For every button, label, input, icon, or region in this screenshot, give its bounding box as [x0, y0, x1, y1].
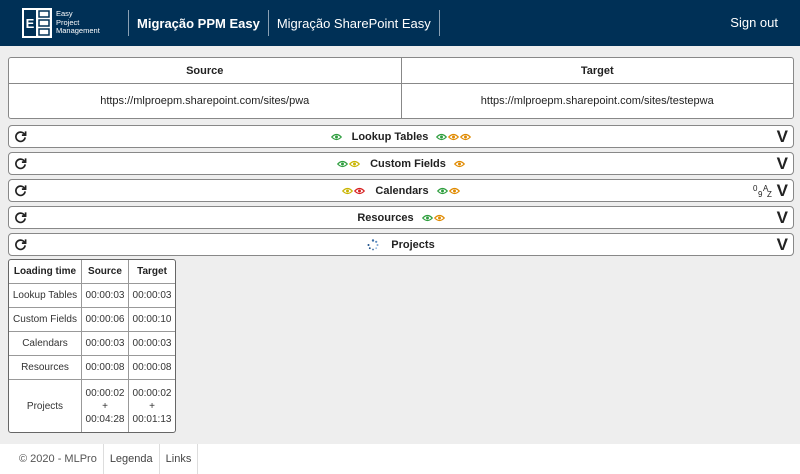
eye-icon [448, 187, 460, 194]
row-label: Calendars [9, 332, 82, 356]
target-status-icons [436, 187, 460, 195]
panel-lookup-tables[interactable]: Lookup Tables V [8, 125, 794, 148]
eye-icon [337, 160, 349, 167]
target-time: 00:00:08 [129, 356, 175, 380]
eye-icon [436, 187, 448, 194]
row-label: Lookup Tables [9, 284, 82, 308]
loading-time-table: Loading time Source Target Lookup Tables… [8, 259, 176, 433]
source-time: 00:00:08 [81, 356, 129, 380]
table-row: Projects 00:00:02 + 00:04:28 00:00:02 + … [9, 380, 175, 432]
target-time: 00:00:03 [129, 284, 175, 308]
source-status-icons [337, 160, 361, 168]
eye-icon [421, 214, 433, 221]
refresh-icon[interactable] [14, 157, 27, 170]
table-header-row: Loading time Source Target [9, 260, 175, 284]
source-column: Source https://mlproepm.sharepoint.com/s… [9, 58, 401, 118]
table-row: Lookup Tables 00:00:03 00:00:03 [9, 284, 175, 308]
column-header: Target [129, 260, 175, 284]
app-logo[interactable]: E Easy Project Management [22, 8, 122, 38]
sign-out-link[interactable]: Sign out [730, 15, 778, 30]
source-target-table: Source https://mlproepm.sharepoint.com/s… [8, 57, 794, 119]
row-label: Projects [9, 380, 82, 432]
logo-text: Easy Project Management [56, 9, 100, 36]
refresh-icon[interactable] [14, 184, 27, 197]
table-row: Calendars 00:00:03 00:00:03 [9, 332, 175, 356]
panel-title: Projects [391, 238, 435, 251]
row-label: Custom Fields [9, 308, 82, 332]
panel-title: Lookup Tables [351, 130, 429, 143]
chevron-down-icon[interactable]: V [777, 128, 788, 146]
eye-icon [433, 214, 445, 221]
chevron-down-icon[interactable]: V [777, 209, 788, 227]
navbar: E Easy Project Management Migração PPM E… [0, 0, 800, 46]
chevron-down-icon[interactable]: V [777, 182, 788, 200]
target-time: 00:00:03 [129, 332, 175, 356]
footer-divider [197, 444, 199, 474]
nav-divider [267, 10, 269, 36]
footer-link-legenda[interactable]: Legenda [104, 453, 159, 465]
panel-projects[interactable]: Projects V [8, 233, 794, 256]
svg-text:E: E [26, 16, 35, 31]
source-header: Source [9, 58, 401, 84]
table-row: Resources 00:00:08 00:00:08 [9, 356, 175, 380]
refresh-icon[interactable] [14, 238, 27, 251]
row-label: Resources [9, 356, 82, 380]
easy-project-logo-icon: E [22, 8, 52, 38]
target-status-icons [436, 133, 472, 141]
target-status-icons [421, 214, 445, 222]
eye-icon [354, 187, 366, 194]
eye-icon [349, 160, 361, 167]
target-status-icons [453, 160, 465, 168]
source-time: 00:00:03 [81, 284, 129, 308]
refresh-icon[interactable] [14, 211, 27, 224]
table-row: Custom Fields 00:00:06 00:00:10 [9, 308, 175, 332]
loading-spinner-icon [367, 238, 379, 250]
brand-link[interactable]: Migração PPM Easy [135, 16, 262, 31]
source-status-icons [342, 187, 366, 195]
nav-divider [128, 10, 129, 36]
copyright: © 2020 - MLPro [19, 453, 97, 465]
panel-title: Resources [357, 211, 414, 224]
panel-custom-fields[interactable]: Custom Fields V [8, 152, 794, 175]
panel-title: Calendars [375, 184, 429, 197]
target-time: 00:00:10 [129, 308, 175, 332]
source-time: 00:00:02 + 00:04:28 [82, 380, 129, 432]
refresh-icon[interactable] [14, 130, 27, 143]
target-time: 00:00:02 + 00:01:13 [132, 387, 172, 425]
eye-icon [453, 160, 465, 167]
column-header: Source [81, 260, 129, 284]
target-column: Target https://mlproepm.sharepoint.com/s… [400, 58, 793, 118]
footer-link-links[interactable]: Links [160, 453, 198, 465]
source-url: https://mlproepm.sharepoint.com/sites/pw… [100, 95, 310, 107]
source-time: 00:00:03 [81, 332, 129, 356]
panel-calendars[interactable]: Calendars 0 9 A Z V [8, 179, 794, 202]
panel-title: Custom Fields [370, 157, 446, 170]
nav-link-sharepoint[interactable]: Migração SharePoint Easy [275, 16, 433, 31]
eye-icon [460, 133, 472, 140]
source-time: 00:00:06 [81, 308, 129, 332]
column-header: Loading time [9, 260, 82, 284]
eye-icon [448, 133, 460, 140]
nav-divider [438, 10, 440, 36]
panel-resources[interactable]: Resources V [8, 206, 794, 229]
eye-icon [436, 133, 448, 140]
target-url: https://mlproepm.sharepoint.com/sites/te… [480, 95, 714, 107]
source-status-icons [330, 133, 342, 141]
chevron-down-icon[interactable]: V [777, 155, 788, 173]
sort-icon[interactable]: 0 9 A Z [753, 183, 772, 199]
target-header: Target [401, 58, 793, 84]
eye-icon [330, 133, 342, 140]
eye-icon [342, 187, 354, 194]
chevron-down-icon[interactable]: V [777, 236, 788, 254]
footer: © 2020 - MLPro Legenda Links [0, 444, 800, 474]
